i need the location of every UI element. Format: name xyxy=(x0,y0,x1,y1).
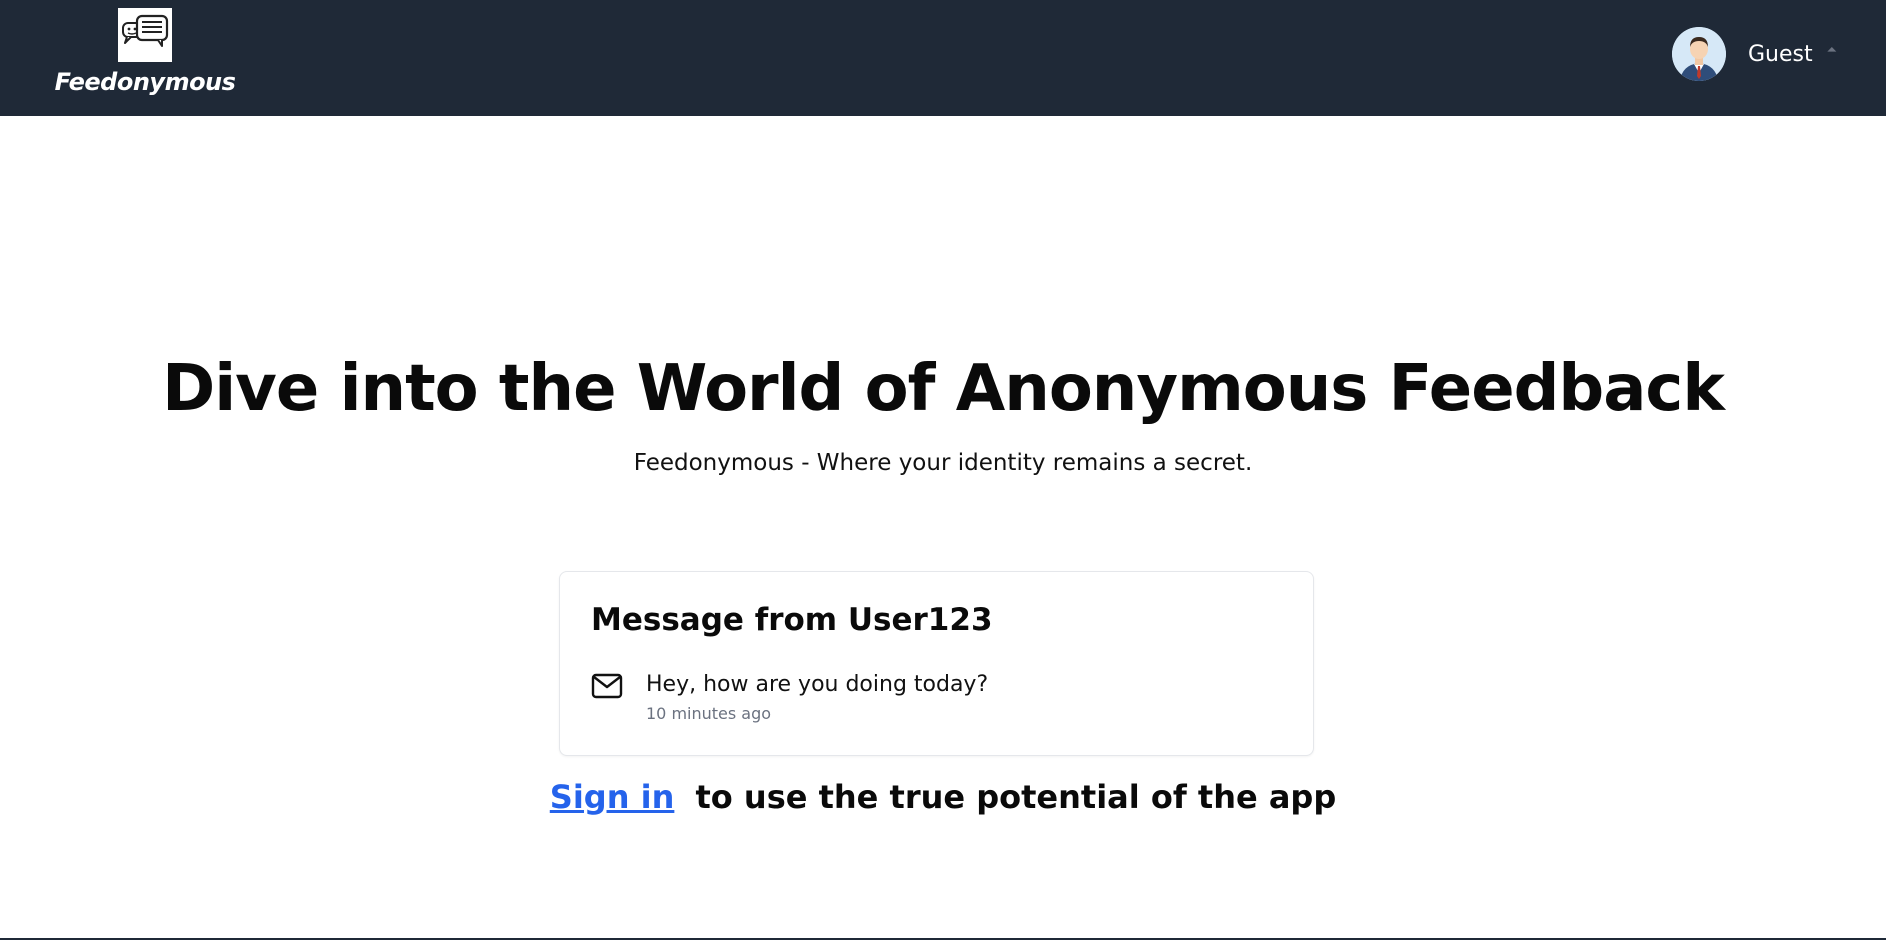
brand-link[interactable]: Feedonymous xyxy=(55,8,236,98)
hero-subtitle: Feedonymous - Where your identity remain… xyxy=(633,450,1253,476)
message-card: Message from User123 Hey, how are you do… xyxy=(559,571,1314,756)
sign-in-prompt-text: to use the true potential of the app xyxy=(695,778,1337,816)
user-menu[interactable]: Guest ⏶ xyxy=(1672,26,1837,82)
mail-icon xyxy=(591,672,623,700)
sign-in-prompt: Sign in to use the true potential of the… xyxy=(0,778,1886,816)
user-name-label: Guest xyxy=(1748,41,1813,67)
chat-bubbles-icon xyxy=(118,8,172,62)
user-avatar xyxy=(1672,27,1726,81)
message-card-title: Message from User123 xyxy=(591,602,993,638)
brand-name: Feedonymous xyxy=(54,68,236,96)
sign-in-link[interactable]: Sign in xyxy=(550,778,675,816)
hero-title: Dive into the World of Anonymous Feedbac… xyxy=(162,352,1725,426)
message-text: Hey, how are you doing today? xyxy=(646,672,989,697)
top-navbar: Feedonymous Guest ⏶ xyxy=(0,0,1886,116)
caret-up-icon: ⏶ xyxy=(1826,42,1838,57)
message-timestamp: 10 minutes ago xyxy=(646,704,772,723)
